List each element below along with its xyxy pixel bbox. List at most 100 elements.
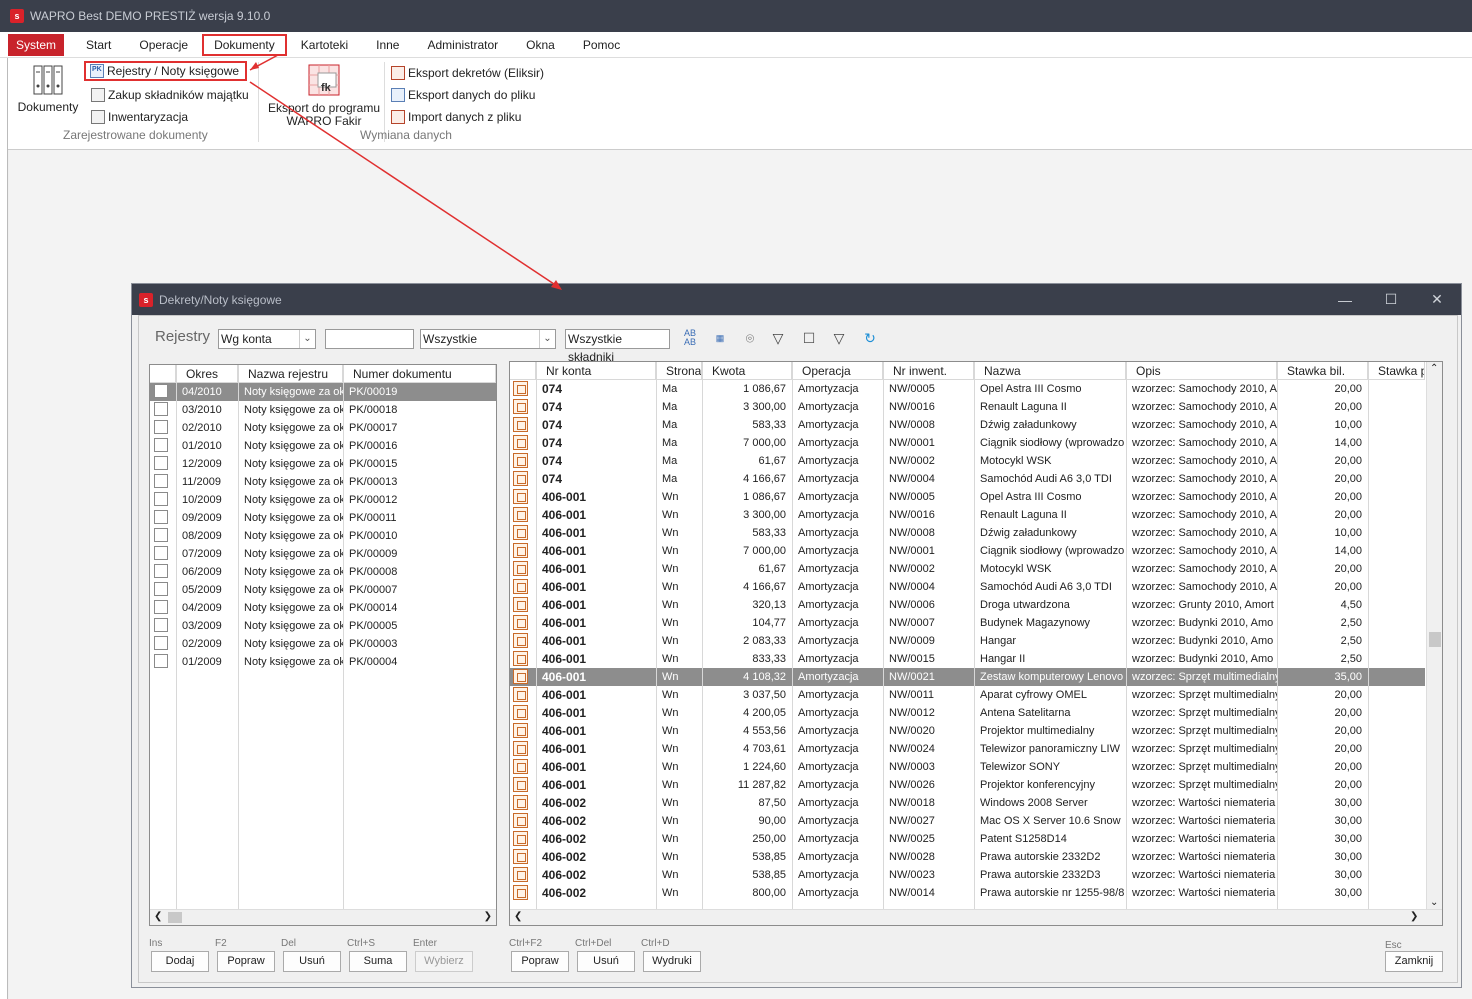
table-row[interactable]: 06/2009 Noty księgowe za ok PK/00008 <box>150 563 496 581</box>
row-checkbox[interactable] <box>154 654 168 668</box>
filter-select[interactable]: Wszystkie ⌄ <box>420 329 556 349</box>
column-header-okres[interactable]: Okres <box>176 365 238 383</box>
row-checkbox[interactable] <box>154 564 168 578</box>
column-header-nr-inwent[interactable]: Nr inwent. <box>883 362 974 380</box>
minimize-icon[interactable]: — <box>1322 284 1368 315</box>
components-button[interactable]: Wszystkie składniki <box>565 329 670 364</box>
table-row[interactable]: 07/2009 Noty księgowe za ok PK/00009 <box>150 545 496 563</box>
table-row[interactable]: 074 Ma 583,33 Amortyzacja NW/0008 Dźwig załad… <box>510 416 1425 434</box>
column-header-numer-dokumentu[interactable]: Numer dokumentu <box>343 365 496 383</box>
table-row[interactable]: 406-002 Wn 90,00 Amortyzacja NW/0027 Mac OS X… <box>510 812 1425 830</box>
table-row[interactable]: 406-001 Wn 320,13 Amortyzacja NW/0006 Droga u… <box>510 596 1425 614</box>
table-row[interactable]: 12/2009 Noty księgowe za ok PK/00015 <box>150 455 496 473</box>
column-header-nazwa[interactable]: Nazwa <box>974 362 1126 380</box>
row-checkbox[interactable] <box>154 438 168 452</box>
scroll-thumb[interactable] <box>528 912 1408 923</box>
table-row[interactable]: 406-002 Wn 87,50 Amortyzacja NW/0018 Windows … <box>510 794 1425 812</box>
scroll-left-icon[interactable]: ❮ <box>154 911 162 922</box>
row-checkbox[interactable] <box>154 420 168 434</box>
scroll-down-icon[interactable]: ⌄ <box>1430 897 1438 908</box>
ribbon-export-danych-button[interactable]: Eksport danych do pliku <box>391 85 535 105</box>
table-row[interactable]: 074 Ma 61,67 Amortyzacja NW/0002 Motocykl WSK… <box>510 452 1425 470</box>
close-button[interactable]: Zamknij <box>1385 951 1443 972</box>
usu--button[interactable]: Usuń <box>283 951 341 972</box>
ribbon-import-danych-button[interactable]: Import danych z pliku <box>391 107 521 127</box>
scroll-right-icon[interactable]: ❯ <box>484 911 492 922</box>
popraw-button[interactable]: Popraw <box>217 951 275 972</box>
table-row[interactable]: 406-002 Wn 800,00 Amortyzacja NW/0014 Prawa a… <box>510 884 1425 902</box>
column-header-nr-konta[interactable]: Nr konta <box>536 362 656 380</box>
menu-administrator[interactable]: Administrator <box>413 34 512 56</box>
table-row[interactable]: 04/2010 Noty księgowe za ok PK/00019 <box>150 383 496 401</box>
ribbon-export-fakir-button[interactable]: fk Eksport do programu WAPRO Fakir <box>264 64 384 128</box>
menu-kartoteki[interactable]: Kartoteki <box>287 34 362 56</box>
table-row[interactable]: 10/2009 Noty księgowe za ok PK/00012 <box>150 491 496 509</box>
scroll-left-icon[interactable]: ❮ <box>514 911 522 922</box>
checkbox-icon[interactable]: ☐ <box>800 329 818 347</box>
table-row[interactable]: 02/2010 Noty księgowe za ok PK/00017 <box>150 419 496 437</box>
table-row[interactable]: 04/2009 Noty księgowe za ok PK/00014 <box>150 599 496 617</box>
wybierz-button[interactable]: Wybierz <box>415 951 473 972</box>
table-row[interactable]: 406-001 Wn 61,67 Amortyzacja NW/0002 Motocykl… <box>510 560 1425 578</box>
entries-hscrollbar[interactable]: ❮ ❯ <box>510 909 1442 925</box>
close-icon[interactable]: ✕ <box>1414 284 1460 315</box>
row-checkbox[interactable] <box>154 474 168 488</box>
table-row[interactable]: 406-001 Wn 4 703,61 Amortyzacja NW/0024 Telew… <box>510 740 1425 758</box>
search-input[interactable] <box>325 329 414 349</box>
column-header-stawka-po[interactable]: Stawka po <box>1368 362 1425 380</box>
filter-list-icon[interactable]: ⌾ <box>741 329 759 347</box>
table-row[interactable]: 406-001 Wn 4 553,56 Amortyzacja NW/0020 Proje… <box>510 722 1425 740</box>
ribbon-rejestry-noty-button[interactable]: Rejestry / Noty księgowe <box>84 61 248 81</box>
refresh-icon[interactable]: ↻ <box>861 329 879 347</box>
table-row[interactable]: 09/2009 Noty księgowe za ok PK/00011 <box>150 509 496 527</box>
ribbon-dokumenty-button[interactable]: Dokumenty <box>12 64 84 114</box>
registers-hscrollbar[interactable]: ❮ ❯ <box>150 909 496 925</box>
menu-dokumenty[interactable]: Dokumenty <box>202 33 287 56</box>
table-row[interactable]: 074 Ma 7 000,00 Amortyzacja NW/0001 Ciągnik s… <box>510 434 1425 452</box>
column-header-nazwa-rejestru[interactable]: Nazwa rejestru <box>238 365 343 383</box>
table-row[interactable]: 406-001 Wn 833,33 Amortyzacja NW/0015 Hangar … <box>510 650 1425 668</box>
table-row[interactable]: 406-001 Wn 4 200,05 Amortyzacja NW/0012 Anten… <box>510 704 1425 722</box>
usu--button[interactable]: Usuń <box>577 951 635 972</box>
table-row[interactable]: 074 Ma 3 300,00 Amortyzacja NW/0016 Renault L… <box>510 398 1425 416</box>
row-checkbox[interactable] <box>154 456 168 470</box>
column-header-kwota[interactable]: Kwota <box>702 362 792 380</box>
column-header-opis[interactable]: Opis <box>1126 362 1277 380</box>
table-row[interactable]: 406-001 Wn 1 224,60 Amortyzacja NW/0003 Telew… <box>510 758 1425 776</box>
suma-button[interactable]: Suma <box>349 951 407 972</box>
row-checkbox[interactable] <box>154 636 168 650</box>
table-row[interactable]: 406-001 Wn 1 086,67 Amortyzacja NW/0005 Opel … <box>510 488 1425 506</box>
table-row[interactable]: 08/2009 Noty księgowe za ok PK/00010 <box>150 527 496 545</box>
menu-inne[interactable]: Inne <box>362 34 413 56</box>
menu-pomoc[interactable]: Pomoc <box>569 34 634 56</box>
column-header-operacja[interactable]: Operacja <box>792 362 883 380</box>
menu-operacje[interactable]: Operacje <box>125 34 202 56</box>
row-checkbox[interactable] <box>154 528 168 542</box>
table-row[interactable]: 406-002 Wn 250,00 Amortyzacja NW/0025 Patent … <box>510 830 1425 848</box>
row-checkbox[interactable] <box>154 600 168 614</box>
dodaj-button[interactable]: Dodaj <box>151 951 209 972</box>
table-row[interactable]: 406-001 Wn 11 287,82 Amortyzacja NW/0026 Proj… <box>510 776 1425 794</box>
scroll-up-icon[interactable]: ⌃ <box>1430 363 1438 374</box>
scroll-right-icon[interactable]: ❯ <box>1410 911 1418 922</box>
maximize-icon[interactable]: ☐ <box>1368 284 1414 315</box>
menu-okna[interactable]: Okna <box>512 34 569 56</box>
table-row[interactable]: 406-002 Wn 538,85 Amortyzacja NW/0023 Prawa a… <box>510 866 1425 884</box>
row-checkbox[interactable] <box>154 618 168 632</box>
table-row[interactable]: 05/2009 Noty księgowe za ok PK/00007 <box>150 581 496 599</box>
scroll-thumb[interactable] <box>1429 632 1441 647</box>
table-row[interactable]: 406-001 Wn 4 166,67 Amortyzacja NW/0004 Samoc… <box>510 578 1425 596</box>
entries-vscrollbar[interactable]: ⌃ ⌄ <box>1426 362 1442 909</box>
table-row[interactable]: 406-001 Wn 4 108,32 Amortyzacja NW/0021 Zesta… <box>510 668 1425 686</box>
sort-numeric-icon[interactable]: ▦ <box>711 329 729 347</box>
table-row[interactable]: 02/2009 Noty księgowe za ok PK/00003 <box>150 635 496 653</box>
menu-start[interactable]: Start <box>72 34 125 56</box>
table-row[interactable]: 406-001 Wn 2 083,33 Amortyzacja NW/0009 Hanga… <box>510 632 1425 650</box>
row-checkbox[interactable] <box>154 492 168 506</box>
ribbon-export-dekretow-button[interactable]: Eksport dekretów (Eliksir) <box>391 63 544 83</box>
clear-filter-icon[interactable]: ▽ <box>830 329 848 347</box>
table-row[interactable]: 074 Ma 1 086,67 Amortyzacja NW/0005 Opel Astr… <box>510 380 1425 398</box>
table-row[interactable]: 03/2010 Noty księgowe za ok PK/00018 <box>150 401 496 419</box>
row-checkbox[interactable] <box>154 546 168 560</box>
table-row[interactable]: 074 Ma 4 166,67 Amortyzacja NW/0004 Samochód … <box>510 470 1425 488</box>
